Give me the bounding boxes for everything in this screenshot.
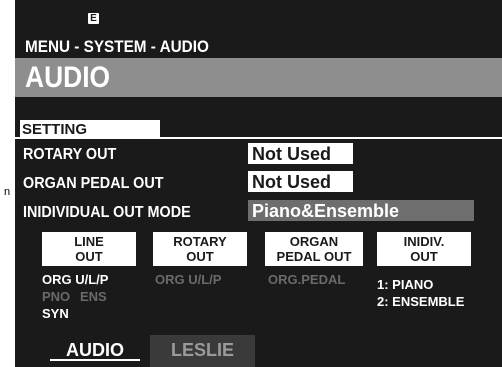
- active-tab-underline: [50, 359, 140, 361]
- line-out-label-2: OUT: [75, 249, 103, 264]
- indiv-out-btn-label-2: OUT: [410, 249, 438, 264]
- individual-out-mode-label: INIDIVIDUAL OUT MODE: [23, 204, 191, 221]
- rotary-out-btn-label-1: ROTARY: [173, 234, 227, 249]
- rotary-out-label: ROTARY OUT: [23, 146, 117, 163]
- section-label: SETTING: [20, 120, 160, 139]
- mode-badge: E: [88, 13, 99, 24]
- line-out-label-1: LINE: [74, 234, 104, 249]
- rotary-out-btn-label-2: OUT: [186, 249, 214, 264]
- tab-audio[interactable]: AUDIO: [40, 335, 150, 367]
- indiv-out-btn-label-1: INIDIV.: [403, 234, 445, 249]
- tab-audio-label: AUDIO: [66, 340, 124, 360]
- line-out-ens: ENS: [80, 289, 107, 304]
- line-out-org: ORG U/L/P: [42, 272, 109, 287]
- page-edge-mark: n: [3, 186, 11, 198]
- title-bar: AUDIO: [15, 58, 502, 97]
- organ-pedal-out-label: ORGAN PEDAL OUT: [23, 175, 164, 192]
- line-out-pno: PNO: [42, 289, 71, 304]
- tab-leslie[interactable]: LESLIE: [150, 335, 255, 367]
- page-title: AUDIO: [25, 61, 111, 94]
- organ-pedal-out-btn-label-2: PEDAL OUT: [276, 249, 352, 264]
- lcd-screen: E MENU - SYSTEM - AUDIO AUDIO SETTING RO…: [15, 0, 502, 367]
- individual-out-mode-value[interactable]: Piano&Ensemble: [248, 200, 474, 221]
- indiv-out-button[interactable]: INIDIV. OUT: [377, 232, 471, 266]
- organ-pedal-out-value[interactable]: Not Used: [248, 171, 353, 192]
- rotary-out-value[interactable]: Not Used: [248, 143, 353, 164]
- indiv-out-piano: 1: PIANO: [377, 277, 434, 292]
- organ-pedal-out-pedal: ORG.PEDAL: [268, 272, 346, 287]
- organ-pedal-out-btn-label-1: ORGAN: [289, 234, 339, 249]
- line-out-syn: SYN: [42, 306, 69, 321]
- tab-leslie-label: LESLIE: [170, 340, 234, 360]
- menu-path: MENU - SYSTEM - AUDIO: [25, 37, 209, 56]
- rotary-out-org: ORG U/L/P: [155, 272, 222, 287]
- organ-pedal-out-button[interactable]: ORGAN PEDAL OUT: [265, 232, 363, 266]
- rotary-out-button[interactable]: ROTARY OUT: [153, 232, 247, 266]
- line-out-button[interactable]: LINE OUT: [42, 232, 136, 266]
- indiv-out-ensemble: 2: ENSEMBLE: [377, 294, 465, 309]
